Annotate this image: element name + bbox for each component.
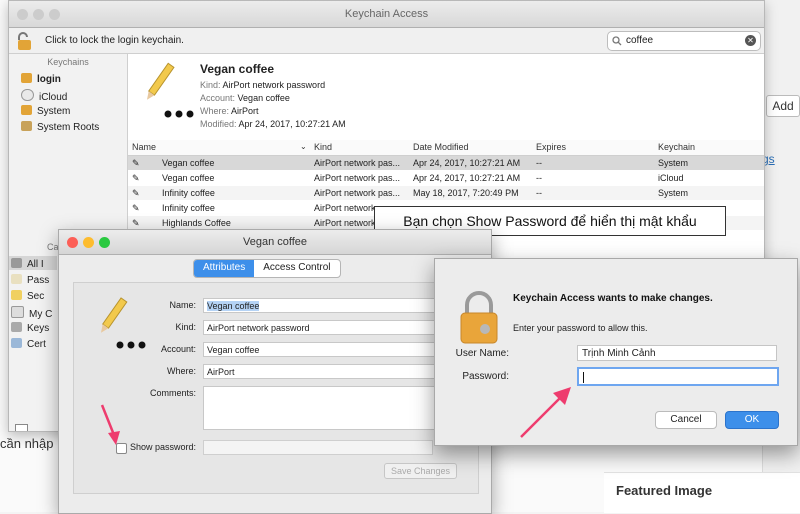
name-label: Name: [169,300,196,310]
item-name: Vegan coffee [200,62,275,76]
key-icon [11,322,22,332]
table-row[interactable]: ✎ Vegan coffee AirPort network pas... Ap… [128,156,764,170]
pencil-icon: ✎ [132,158,140,168]
search-icon [612,36,622,46]
search-input-value[interactable]: coffee [626,35,653,46]
cabinet-icon [21,121,32,131]
pencil-icon: ✎ [132,188,140,198]
column-header-keychain[interactable]: Keychain [658,142,695,152]
clear-search-icon[interactable]: ✕ [745,35,756,46]
pointer-arrow-icon [520,387,571,438]
password-label: Password: [462,371,509,382]
pencil-icon: ✎ [132,173,140,183]
sidebar-item-system-roots[interactable]: System Roots [21,121,99,133]
category-passwords[interactable]: Pass [11,274,49,286]
featured-image-panel: Featured Image [604,472,800,513]
table-row[interactable]: ✎ Infinity coffee AirPort network pas...… [128,186,764,200]
search-field[interactable]: coffee ✕ [607,31,761,51]
save-changes-button[interactable]: Save Changes [384,463,457,479]
kind-label: Kind: [175,322,196,332]
pencil-icon: ✎ [132,218,140,228]
column-header-date-modified[interactable]: Date Modified [413,142,469,152]
password-field [203,440,433,455]
password-pencil-icon [146,62,194,118]
comments-field[interactable] [203,386,443,430]
dialog-titlebar: Vegan coffee [59,230,491,255]
item-summary: Vegan coffee Kind: AirPort network passw… [128,54,764,140]
padlock-icon [460,291,498,344]
cancel-button[interactable]: Cancel [655,411,717,429]
dialog-message: Enter your password to allow this. [513,323,648,333]
sort-chevron-icon: ⌄ [300,142,307,151]
tab-control: Attributes Access Control [193,259,341,278]
name-field[interactable]: Vegan coffee [203,298,443,313]
lock-icon [21,73,32,83]
where-field[interactable]: AirPort [203,364,443,379]
dialog-heading: Keychain Access wants to make changes. [513,293,713,304]
column-header-expires[interactable]: Expires [536,142,566,152]
certificate-icon [11,338,22,348]
background-note: cần nhập [0,436,54,451]
account-field[interactable]: Vegan coffee [203,342,443,357]
keychain-toolbar: Click to lock the login keychain. coffee… [9,28,764,54]
pencil-icon: ✎ [132,203,140,213]
add-button[interactable]: Add [766,95,800,117]
lock-keychain-hint: Click to lock the login keychain. [45,35,184,46]
cloud-icon [21,89,34,101]
table-header: Name ⌄ Kind Date Modified Expires Keycha… [128,140,764,156]
item-modified: Modified: Apr 24, 2017, 10:27:21 AM [200,119,346,129]
all-items-icon [11,258,22,268]
category-all-items[interactable]: All I [11,258,44,270]
username-field[interactable]: Trịnh Minh Cảnh [577,345,777,361]
sidebar-item-system[interactable]: System [21,105,70,117]
unlocked-padlock-icon[interactable] [15,31,35,51]
username-label: User Name: [455,348,509,359]
featured-image-heading: Featured Image [616,483,713,498]
table-row[interactable]: ✎ Vegan coffee AirPort network pas... Ap… [128,171,764,185]
category-keys[interactable]: Keys [11,322,49,334]
comments-label: Comments: [149,388,196,398]
lock-icon [21,105,32,115]
category-my-certificates[interactable]: My C [11,306,52,320]
show-password-label[interactable]: Show password: [130,442,196,452]
column-header-kind[interactable]: Kind [314,142,332,152]
item-kind: Kind: AirPort network password [200,80,326,90]
tab-access-control[interactable]: Access Control [254,260,339,277]
keychains-header: Keychains [47,57,89,67]
item-detail-dialog: Vegan coffee Attributes Access Control N… [58,229,492,514]
sidebar-item-icloud[interactable]: iCloud [21,89,67,103]
kind-field[interactable]: AirPort network password [203,320,443,335]
pointer-arrow-icon [100,404,120,445]
info-button[interactable] [15,424,28,431]
note-icon [11,290,22,300]
ok-button[interactable]: OK [725,411,779,429]
column-header-name[interactable]: Name [132,142,156,152]
tab-attributes[interactable]: Attributes [194,260,255,277]
category-secure-notes[interactable]: Sec [11,290,44,302]
where-label: Where: [166,366,196,376]
window-title: Keychain Access [344,8,429,20]
item-where: Where: AirPort [200,106,259,116]
password-field[interactable] [577,367,779,386]
item-account: Account: Vegan coffee [200,93,290,103]
category-header: Ca [47,242,59,252]
keychain-titlebar: Keychain Access [9,1,764,28]
certificate-icon [11,306,24,318]
account-label: Account: [160,344,196,354]
category-certificates[interactable]: Cert [11,338,46,350]
password-prompt-dialog: Keychain Access wants to make changes. E… [434,258,798,446]
password-icon [11,274,22,284]
sidebar-item-login[interactable]: login [21,73,61,85]
dialog-title: Vegan coffee [242,236,308,248]
